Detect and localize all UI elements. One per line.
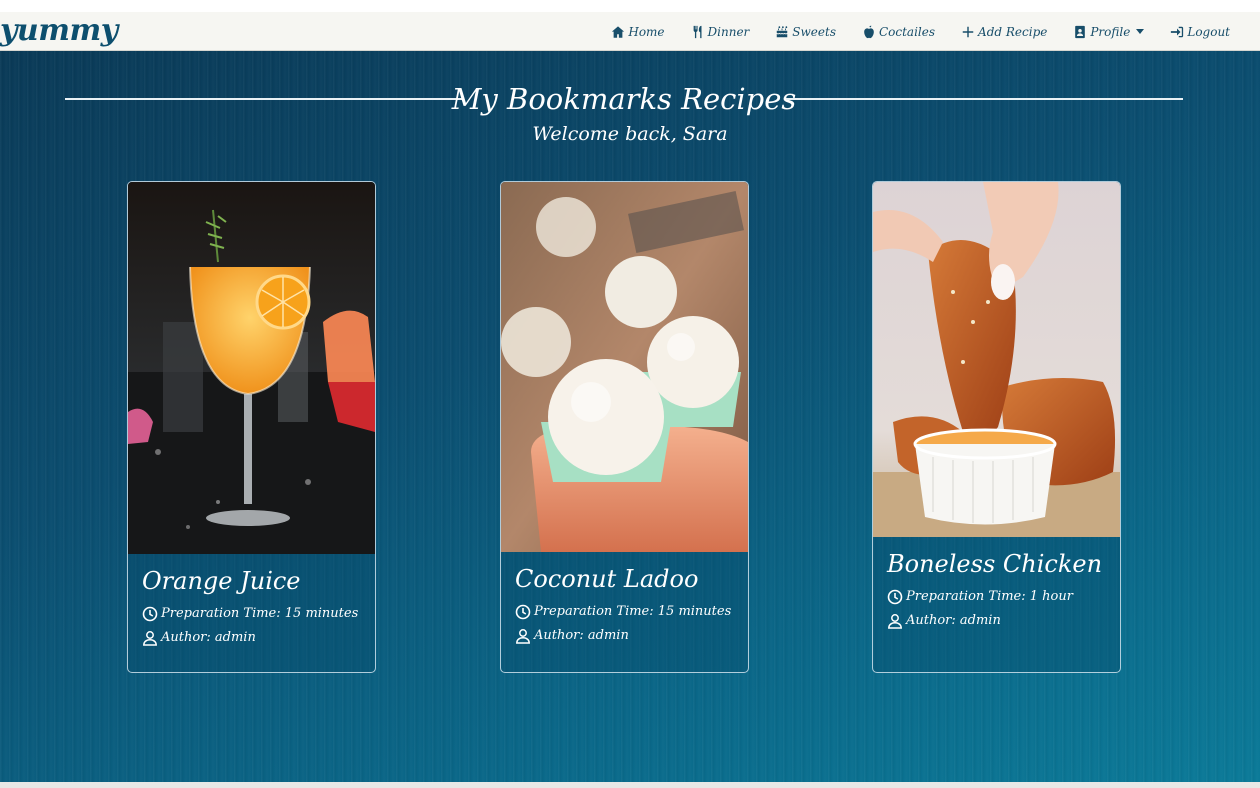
nav-coctailes-label: Coctailes [878, 24, 936, 39]
prep-time: Preparation Time: 1 hour [887, 585, 1110, 609]
user-icon [888, 614, 902, 629]
author-text: Author: admin [534, 628, 629, 643]
bottom-strip [0, 782, 1260, 788]
cake-icon [777, 25, 788, 37]
author-text: Author: admin [161, 630, 256, 645]
author-text: Author: admin [906, 613, 1001, 628]
recipe-card[interactable]: Coconut Ladoo Preparation Time: 15 minut… [500, 181, 749, 673]
top-strip [0, 0, 1260, 12]
author: Author: admin [515, 624, 738, 648]
nav-item-coctailes[interactable]: Coctailes [862, 25, 935, 39]
nav-dinner-label: Dinner [707, 24, 750, 39]
clock-icon [142, 606, 158, 622]
prep-time: Preparation Time: 15 minutes [142, 602, 365, 626]
nav-logout-label: Logout [1187, 24, 1230, 39]
card-title[interactable]: Coconut Ladoo [515, 562, 738, 596]
heading-divider-right [786, 98, 1183, 100]
home-icon [612, 25, 625, 38]
card-body: Boneless Chicken Preparation Time: 1 hou… [887, 547, 1110, 633]
prep-time-text: Preparation Time: 15 minutes [534, 604, 732, 619]
welcome-message: Welcome back, Sara [532, 123, 728, 145]
user-icon [516, 629, 530, 644]
prep-time-text: Preparation Time: 15 minutes [161, 606, 359, 621]
card-title[interactable]: Boneless Chicken [887, 547, 1110, 581]
prep-time: Preparation Time: 15 minutes [515, 600, 738, 624]
navbar: yummy Home Dinner Sweets Coctailes Add R… [0, 12, 1260, 51]
nav-profile-label: Profile [1090, 24, 1131, 39]
plus-icon [962, 26, 974, 37]
sign-in-icon [1171, 26, 1184, 37]
card-body: Coconut Ladoo Preparation Time: 15 minut… [515, 562, 738, 648]
card-body: Orange Juice Preparation Time: 15 minute… [142, 564, 365, 650]
nav-menu: Home Dinner Sweets Coctailes Add Recipe … [585, 12, 1230, 51]
nav-item-logout[interactable]: Logout [1170, 25, 1230, 39]
card-title[interactable]: Orange Juice [142, 564, 365, 598]
recipe-image-boneless-chicken [873, 182, 1120, 537]
id-badge-icon [1075, 25, 1086, 38]
author: Author: admin [887, 609, 1110, 633]
chevron-down-icon [1136, 29, 1145, 34]
author: Author: admin [142, 626, 365, 650]
main-content: My Bookmarks Recipes Welcome back, Sara [0, 51, 1260, 782]
heading-row: My Bookmarks Recipes [65, 77, 1183, 121]
clock-icon [887, 589, 903, 605]
recipe-image-coconut-ladoo [501, 182, 748, 552]
user-icon [143, 631, 157, 646]
nav-item-dinner[interactable]: Dinner [691, 24, 750, 39]
nav-item-sweets[interactable]: Sweets [775, 25, 836, 39]
recipe-image-orange-juice [128, 182, 375, 554]
prep-time-text: Preparation Time: 1 hour [906, 589, 1073, 604]
nav-item-add-recipe[interactable]: Add Recipe [961, 25, 1047, 39]
nav-sweets-label: Sweets [792, 24, 836, 39]
nav-item-home[interactable]: Home [611, 24, 665, 39]
nav-add-recipe-label: Add Recipe [978, 24, 1048, 39]
nav-item-profile[interactable]: Profile [1073, 24, 1145, 39]
clock-icon [515, 604, 531, 620]
nav-home-label: Home [628, 24, 665, 39]
recipe-card[interactable]: Orange Juice Preparation Time: 15 minute… [127, 181, 376, 673]
utensils-icon [693, 25, 702, 38]
brand-logo[interactable]: yummy [0, 14, 118, 48]
apple-icon [864, 25, 874, 38]
recipe-card[interactable]: Boneless Chicken Preparation Time: 1 hou… [872, 181, 1121, 673]
